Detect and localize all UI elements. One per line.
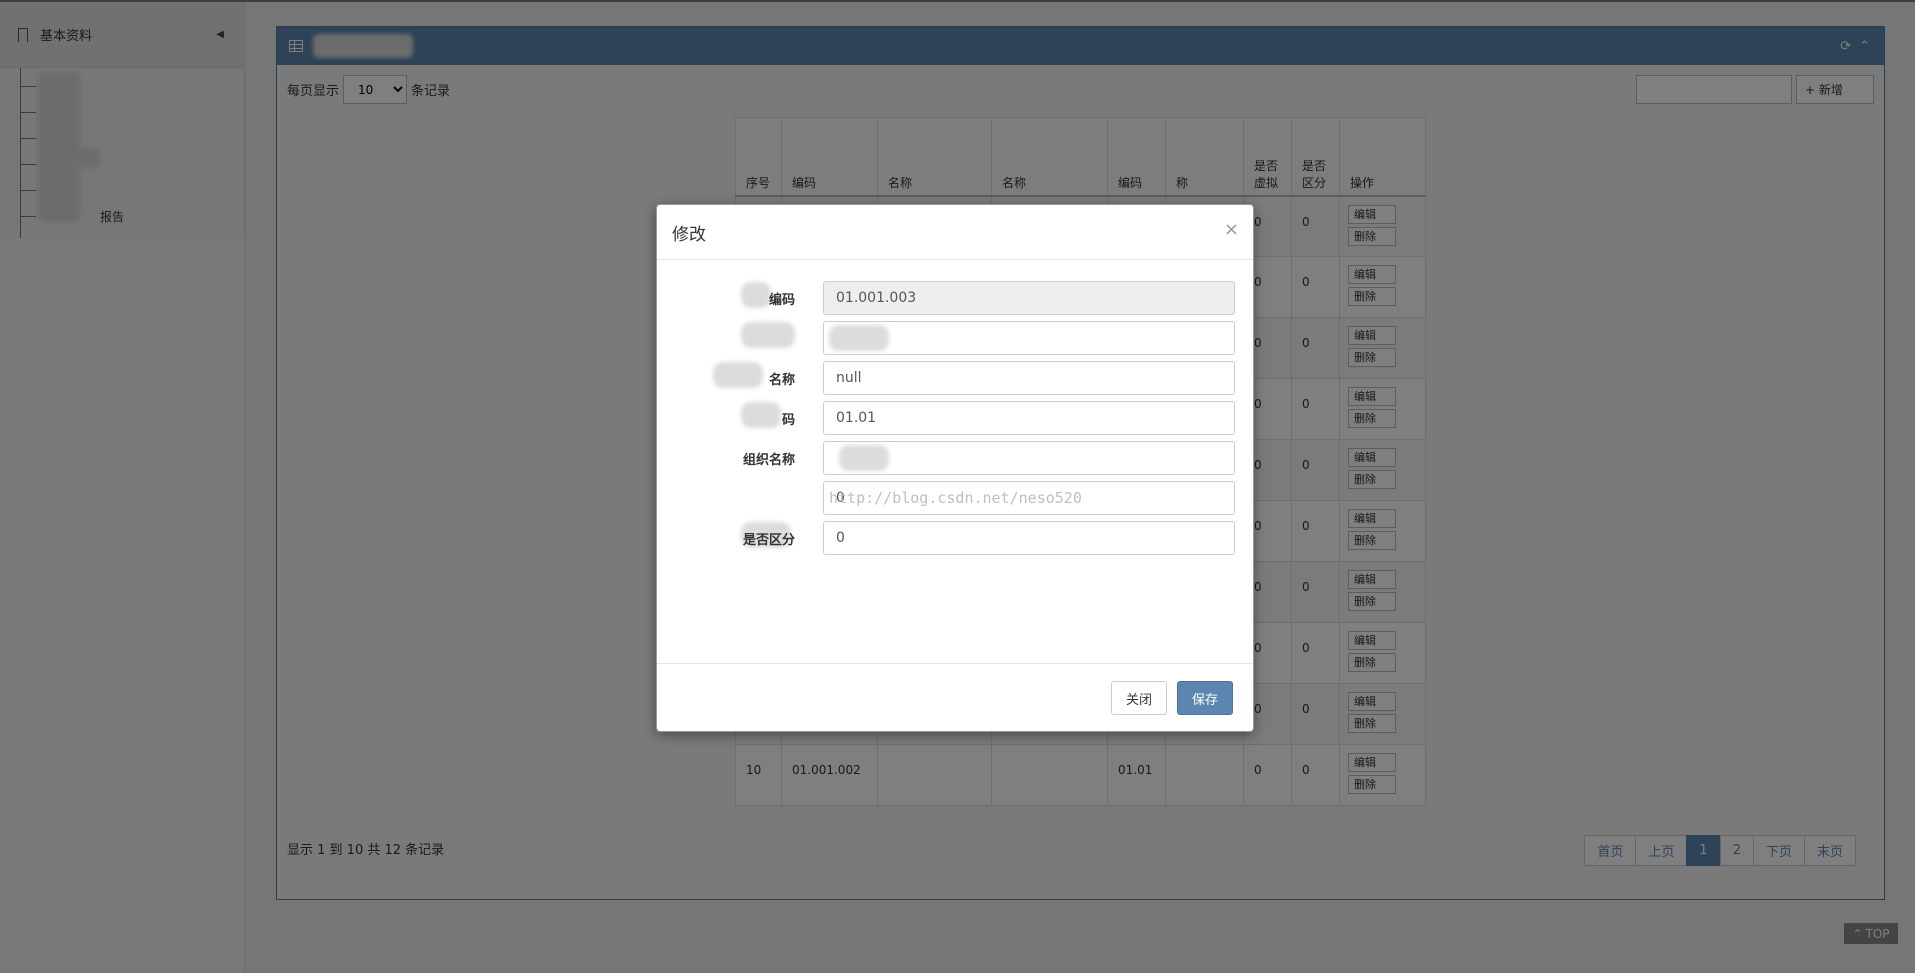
redacted-value xyxy=(839,445,889,471)
field-label: 组织名称 xyxy=(742,453,795,468)
form-row: 码 xyxy=(657,401,1255,435)
modal-footer: 关闭 保存 xyxy=(657,664,1253,732)
field-label: 码 xyxy=(781,413,795,428)
save-button[interactable]: 保存 xyxy=(1176,681,1233,715)
redacted-value xyxy=(829,325,889,351)
modal-title: 修改 xyxy=(672,224,706,245)
is-distinguish-field[interactable] xyxy=(823,521,1235,555)
edit-modal: 修改 × 编码 名称 码 组织名称 xyxy=(656,204,1254,732)
form-row xyxy=(657,321,1255,355)
form-row: 编码 xyxy=(657,281,1255,315)
org-code-field[interactable] xyxy=(823,401,1235,435)
watermark-text: http://blog.csdn.net/neso520 xyxy=(829,489,1082,507)
close-button[interactable]: 关闭 xyxy=(1110,681,1167,715)
field-label: 名称 xyxy=(768,373,795,388)
modal-header: 修改 × xyxy=(657,205,1253,260)
modal-body: 编码 名称 码 组织名称 是否区分 http://blog. xyxy=(657,260,1253,664)
field-label: 编码 xyxy=(768,293,795,308)
close-icon[interactable]: × xyxy=(1224,219,1239,240)
form-row: 组织名称 xyxy=(657,441,1255,475)
code-field[interactable] xyxy=(823,281,1235,315)
form-row: 名称 xyxy=(657,361,1255,395)
field-label: 是否区分 xyxy=(742,533,795,548)
full-name-field[interactable] xyxy=(823,361,1235,395)
form-row: 是否区分 xyxy=(657,521,1255,555)
